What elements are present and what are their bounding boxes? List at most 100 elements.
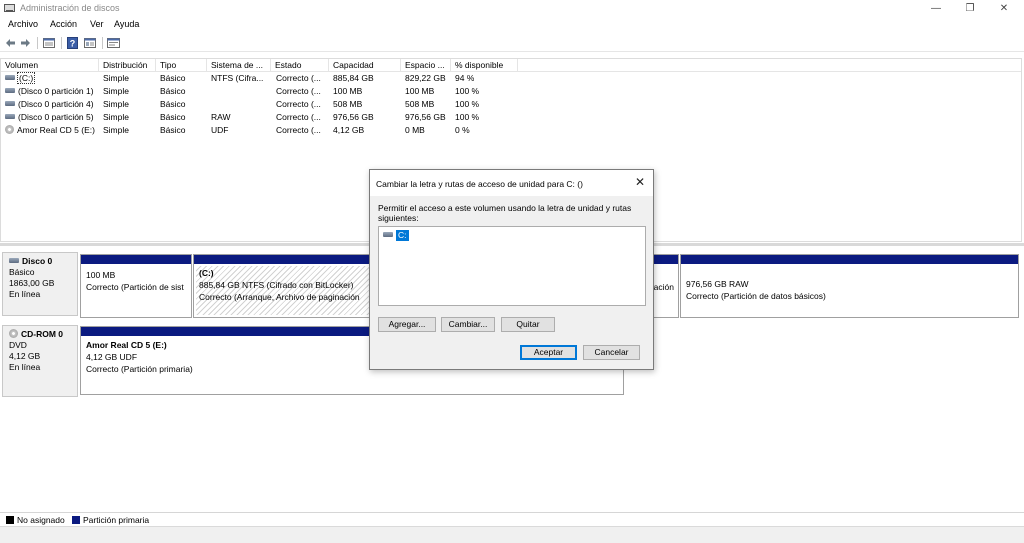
title-bar: Administración de discos — ❐ ✕ — [0, 0, 1024, 17]
cell-type: Básico — [160, 86, 186, 96]
partition-type-stripe — [681, 255, 1018, 264]
cell-status: Correcto (... — [276, 99, 321, 109]
toolbar: ? — [0, 34, 1024, 52]
cell-capacity: 508 MB — [333, 99, 363, 109]
legend-label: Partición primaria — [83, 515, 150, 525]
column-porcentaje-disponible[interactable]: % disponible — [451, 59, 518, 72]
list-item[interactable]: C: — [383, 230, 409, 241]
dialog-title: Cambiar la letra y rutas de acceso de un… — [376, 179, 583, 189]
cell-type: Básico — [160, 99, 186, 109]
cell-volume: (Disco 0 partición 5) — [5, 111, 99, 124]
menu-accion[interactable]: Acción — [50, 19, 77, 29]
disk-state: En línea — [9, 362, 41, 372]
cell-fs: UDF — [211, 125, 229, 135]
cell-layout: Simple — [103, 73, 129, 83]
partition-body: (C:) 885,84 GB NTFS (Cifrado con BitLock… — [196, 266, 373, 315]
column-volumen[interactable]: Volumen — [1, 59, 99, 72]
drive-icon — [5, 114, 15, 120]
list-item-label: C: — [396, 230, 409, 241]
cell-free: 0 MB — [405, 125, 425, 135]
help-icon[interactable]: ? — [66, 36, 79, 49]
cdrom-0-label[interactable]: CD-ROM 0 DVD 4,12 GB En línea — [2, 325, 78, 397]
cell-fs: NTFS (Cifra... — [211, 73, 264, 83]
change-button[interactable]: Cambiar... — [441, 317, 495, 332]
cell-volume: (Disco 0 partición 1) — [5, 85, 99, 98]
cell-layout: Simple — [103, 99, 129, 109]
minimize-button[interactable]: — — [919, 0, 953, 17]
partition-disk0-c[interactable]: (C:) 885,84 GB NTFS (Cifrado con BitLock… — [193, 254, 376, 318]
cell-capacity: 4,12 GB — [333, 125, 365, 135]
table-row[interactable]: (Disco 0 partición 1) Simple Básico Corr… — [1, 85, 1021, 98]
drive-icon — [5, 101, 15, 107]
partition-disk0-5[interactable]: 976,56 GB RAW Correcto (Partición de dat… — [680, 254, 1019, 318]
back-icon[interactable] — [4, 36, 17, 49]
cell-layout: Simple — [103, 125, 129, 135]
partition-status: Correcto (Partición de datos básicos) — [686, 291, 826, 301]
table-row[interactable]: (Disco 0 partición 5) Simple Básico RAW … — [1, 111, 1021, 124]
menu-ver[interactable]: Ver — [90, 19, 104, 29]
disk-0-label[interactable]: Disco 0 Básico 1863,00 GB En línea — [2, 252, 78, 316]
table-row[interactable]: (C:) Simple Básico NTFS (Cifra... Correc… — [1, 72, 1021, 85]
cell-type: Básico — [160, 125, 186, 135]
cell-pct: 100 % — [455, 112, 480, 122]
cell-status: Correcto (... — [276, 112, 321, 122]
maximize-button[interactable]: ❐ — [953, 0, 987, 17]
cell-fs: RAW — [211, 112, 231, 122]
cell-status: Correcto (... — [276, 86, 321, 96]
menu-archivo[interactable]: Archivo — [8, 19, 38, 29]
cell-status: Correcto (... — [276, 125, 321, 135]
change-drive-letter-dialog: Cambiar la letra y rutas de acceso de un… — [369, 169, 654, 370]
properties-icon[interactable] — [107, 36, 120, 49]
status-bar — [0, 526, 1024, 543]
cell-pct: 100 % — [455, 99, 480, 109]
cell-capacity: 885,84 GB — [333, 73, 374, 83]
disk-management-app-icon — [4, 4, 15, 12]
partition-body: 976,56 GB RAW Correcto (Partición de dat… — [683, 266, 1016, 315]
cd-icon — [9, 329, 18, 339]
partition-disk0-1[interactable]: 100 MB Correcto (Partición de sist — [80, 254, 192, 318]
column-sistema-archivos[interactable]: Sistema de ... — [207, 59, 271, 72]
partition-size: 885,84 GB NTFS (Cifrado con BitLocker) — [199, 280, 354, 290]
cell-pct: 94 % — [455, 73, 475, 83]
menu-bar: Archivo Acción Ver Ayuda — [0, 17, 1024, 33]
view-details-icon[interactable] — [83, 36, 96, 49]
table-row[interactable]: (Disco 0 partición 4) Simple Básico Corr… — [1, 98, 1021, 111]
table-row[interactable]: Amor Real CD 5 (E:) Simple Básico UDF Co… — [1, 124, 1021, 137]
partition-status: ación — [653, 282, 674, 292]
column-estado[interactable]: Estado — [271, 59, 329, 72]
cell-free: 100 MB — [405, 86, 435, 96]
partition-body: 100 MB Correcto (Partición de sist — [83, 266, 189, 315]
view-list-icon[interactable] — [42, 36, 55, 49]
legend-swatch-primary — [72, 516, 80, 524]
dialog-close-icon[interactable]: ✕ — [633, 175, 647, 189]
forward-icon[interactable] — [19, 36, 32, 49]
column-distribucion[interactable]: Distribución — [99, 59, 156, 72]
menu-ayuda[interactable]: Ayuda — [114, 19, 139, 29]
drive-paths-list[interactable]: C: — [378, 226, 646, 306]
cell-layout: Simple — [103, 86, 129, 96]
cell-pct: 100 % — [455, 86, 480, 96]
legend-label: No asignado — [17, 515, 65, 525]
cell-type: Básico — [160, 73, 186, 83]
column-capacidad[interactable]: Capacidad — [329, 59, 401, 72]
close-button[interactable]: ✕ — [987, 0, 1021, 17]
column-espacio-disponible[interactable]: Espacio ... — [401, 59, 451, 72]
partition-type-stripe — [81, 255, 191, 264]
ok-button[interactable]: Aceptar — [520, 345, 577, 360]
cell-capacity: 976,56 GB — [333, 112, 374, 122]
disk-name: CD-ROM 0 — [21, 329, 64, 339]
cell-volume: (Disco 0 partición 4) — [5, 98, 99, 111]
remove-button[interactable]: Quitar — [501, 317, 555, 332]
cell-layout: Simple — [103, 112, 129, 122]
column-tipo[interactable]: Tipo — [156, 59, 207, 72]
cd-icon — [5, 125, 14, 135]
cell-type: Básico — [160, 112, 186, 122]
volume-list-header: Volumen Distribución Tipo Sistema de ...… — [1, 59, 1021, 72]
drive-icon — [9, 258, 19, 264]
partition-size: 976,56 GB RAW — [686, 279, 749, 289]
partition-status: Correcto (Arranque, Archivo de paginació… — [199, 292, 360, 302]
cell-free: 829,22 GB — [405, 73, 446, 83]
disk-name: Disco 0 — [22, 256, 53, 266]
add-button[interactable]: Agregar... — [378, 317, 436, 332]
cancel-button[interactable]: Cancelar — [583, 345, 640, 360]
